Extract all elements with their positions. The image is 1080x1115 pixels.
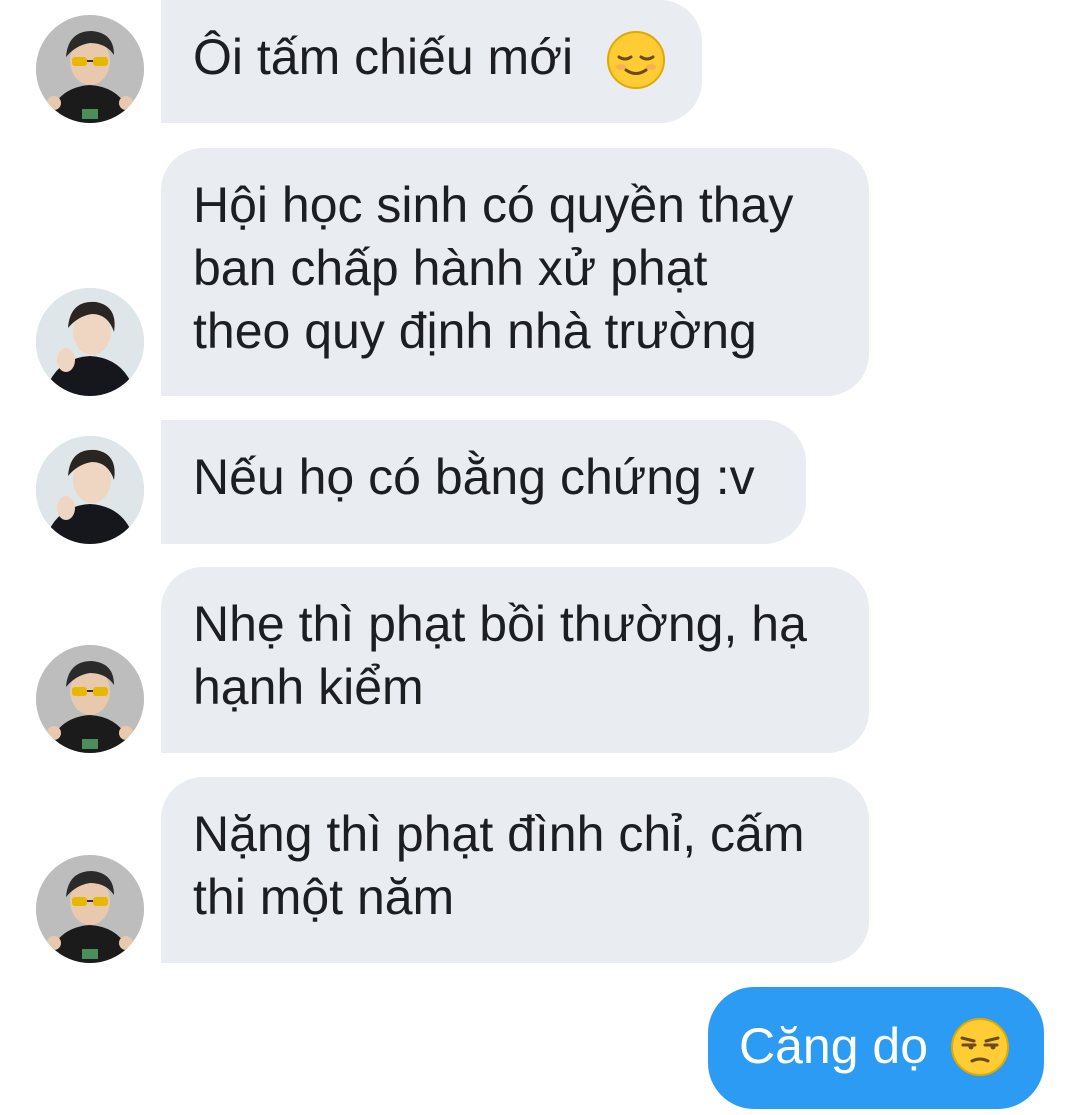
message-text: hạnh kiểm bbox=[193, 659, 424, 715]
message-bubble[interactable]: Ôi tấm chiếu mới bbox=[161, 0, 702, 123]
avatar-photo bbox=[36, 855, 144, 963]
avatar[interactable] bbox=[36, 15, 144, 123]
message-text: ban chấp hành xử phạt bbox=[193, 240, 708, 296]
message-text: Nhẹ thì phạt bồi thường, hạ bbox=[193, 596, 807, 652]
avatar-photo bbox=[36, 436, 144, 544]
message-text: thi một năm bbox=[193, 869, 455, 925]
message-text: Nặng thì phạt đình chỉ, cấm bbox=[193, 806, 805, 862]
avatar[interactable] bbox=[36, 436, 144, 544]
unamused-face-icon bbox=[950, 1017, 1010, 1092]
message-bubble[interactable]: Nhẹ thì phạt bồi thường, hạ hạnh kiểm bbox=[161, 567, 869, 753]
relieved-face-icon bbox=[606, 30, 666, 105]
message-text: Hội học sinh có quyền thay bbox=[193, 177, 794, 233]
avatar[interactable] bbox=[36, 288, 144, 396]
message-text: Nếu họ có bằng chứng :v bbox=[193, 449, 755, 505]
message-bubble[interactable]: Nếu họ có bằng chứng :v bbox=[161, 420, 806, 544]
avatar-photo bbox=[36, 15, 144, 123]
outgoing-message-text: Căng dọ bbox=[739, 1018, 929, 1074]
message-text: theo quy định nhà trường bbox=[193, 303, 757, 359]
avatar-photo bbox=[36, 645, 144, 753]
message-text: Ôi tấm chiếu mới bbox=[193, 29, 574, 85]
avatar[interactable] bbox=[36, 855, 144, 963]
message-bubble[interactable]: Hội học sinh có quyền thay ban chấp hành… bbox=[161, 148, 869, 396]
message-bubble[interactable]: Nặng thì phạt đình chỉ, cấm thi một năm bbox=[161, 777, 869, 963]
avatar[interactable] bbox=[36, 645, 144, 753]
outgoing-message-bubble[interactable]: Căng dọ bbox=[708, 987, 1044, 1109]
avatar-photo bbox=[36, 288, 144, 396]
